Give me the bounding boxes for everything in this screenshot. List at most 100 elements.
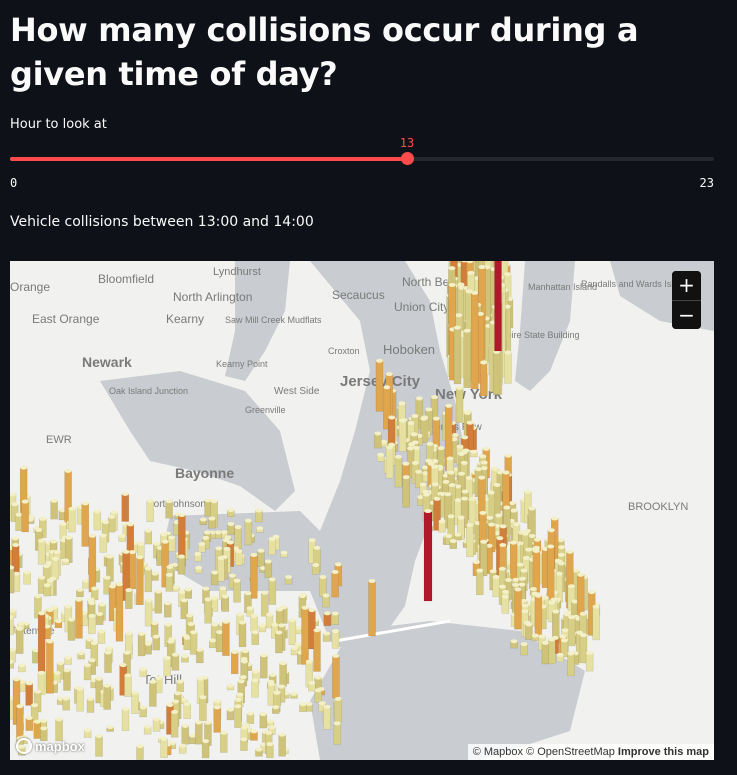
collision-column-top [258,623,266,628]
collision-column-top [268,537,276,542]
place-label: Kearny Point [216,359,268,369]
collision-column [86,698,95,713]
collision-column-top [547,544,555,549]
collision-column-top [402,461,410,466]
zoom-in-button[interactable]: + [672,271,701,300]
collision-column-top [331,570,339,575]
collision-column-top [210,499,218,504]
collision-column-top [82,578,90,583]
improve-map-link[interactable]: Improve this map [618,746,709,758]
collision-column [67,619,76,641]
collision-column-top [226,540,234,545]
collision-column [261,592,269,617]
collision-column [16,706,24,739]
collision-column-top [331,611,339,616]
collision-column-top [91,586,99,591]
collision-map[interactable]: Orange Bloomfield Lyndhurst North Bergen Man… [10,261,714,760]
collision-column-top [137,541,145,546]
collision-column-top [556,652,564,657]
collision-column-top [368,579,376,583]
collision-column-top [153,717,161,722]
collision-column-top [524,489,532,494]
collision-column-top [108,514,116,519]
collision-column-top [50,498,58,503]
collision-column-top [288,618,296,623]
place-label: North Arlington [173,290,252,304]
collision-column-top [566,549,574,554]
collision-column-top [399,418,407,423]
collision-column-top [172,699,180,704]
place-label: Union City [394,300,449,314]
collision-column-top [456,385,464,390]
collision-column-top [98,602,106,607]
collision-column-top [471,290,479,295]
collision-column-top [419,482,427,487]
collision-column-top [165,499,173,504]
collision-column-top [16,704,24,709]
collision-column-top [541,640,549,645]
collision-column-top [199,517,207,522]
collision-column [257,550,265,568]
collision-column [204,599,212,624]
collision-column-top [498,566,506,571]
place-label: Bloomfield [98,272,154,286]
collision-column-top [266,742,274,747]
collision-column-top [567,584,575,589]
collision-column-top [227,521,235,526]
collision-column-top [86,696,94,701]
collision-column-top [474,467,482,472]
collision-column-top [279,661,287,666]
collision-column-top [177,554,185,559]
collision-column-top [314,688,322,693]
mapbox-logo[interactable]: mapbox [16,738,85,754]
collision-column [278,734,286,757]
collision-column-top [268,577,276,582]
collision-column-top [39,516,47,521]
collision-column [221,596,230,612]
collision-column-top [318,701,326,706]
collision-column-top [561,628,569,633]
collision-column-top [53,549,61,554]
collision-column-top [548,600,556,605]
collision-column [146,500,154,522]
collision-column [375,360,384,412]
hour-slider[interactable]: 13 [10,136,714,172]
slider-thumb[interactable] [401,152,414,165]
collision-column-top [227,508,235,513]
zoom-out-button[interactable]: − [672,300,701,329]
slider-label: Hour to look at [10,117,107,132]
collision-column-top [77,651,85,656]
collision-column-top [236,612,244,617]
collision-column-top [480,460,488,465]
collision-column [144,530,153,545]
collision-column-top [195,720,203,725]
collision-column-top [521,531,529,536]
collision-column-top [21,499,29,504]
collision-column-top [59,521,67,526]
collision-column-top [264,559,272,564]
collision-column-top [520,642,528,647]
map-canvas[interactable]: OrangeBloomfield LyndhurstNorth Bergen Man… [10,261,714,760]
collision-column [199,696,207,721]
collision-column-top [34,594,42,599]
collision-column-top [496,536,504,541]
collision-column-top [183,701,191,706]
collision-column-top [319,575,327,580]
collision-column-top [90,641,98,646]
collision-column-top [161,539,169,544]
collision-column-top [333,721,341,726]
collision-column-top [437,446,445,451]
collision-column-top [216,630,224,635]
collision-column-top [431,464,439,469]
collision-column-top [425,407,433,412]
collision-column [238,622,247,648]
collision-column-top [499,584,507,589]
collision-column-top [463,328,471,333]
attribution-text[interactable]: © Mapbox © OpenStreetMap [473,746,615,758]
collision-column-top [407,421,415,426]
collision-column [514,589,522,630]
collision-column-top [271,622,279,627]
collision-column-top [153,541,161,546]
collision-column [81,503,90,547]
collision-column-top [250,729,258,734]
